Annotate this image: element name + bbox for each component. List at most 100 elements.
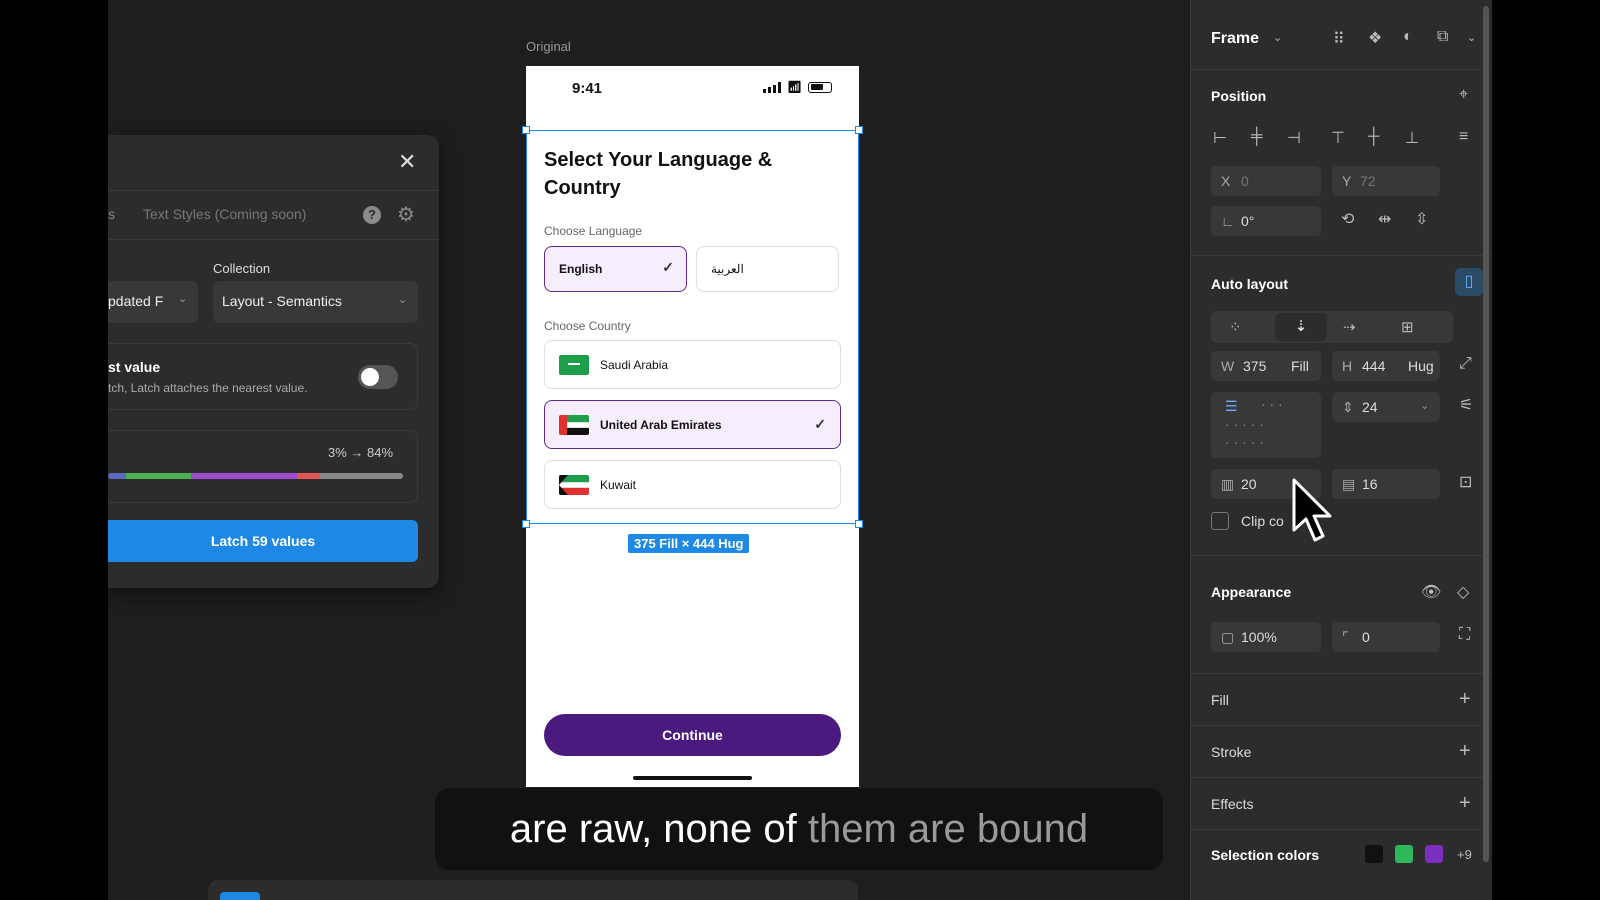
height-mode[interactable]: Hug <box>1408 358 1434 374</box>
align-center-h-icon[interactable]: ╪ <box>1251 128 1262 146</box>
latch-values-button[interactable]: Latch 59 values <box>108 520 418 562</box>
clip-content-checkbox[interactable] <box>1211 512 1229 530</box>
flip-horizontal-icon[interactable]: ⇹ <box>1378 209 1391 229</box>
phone-frame[interactable]: 9:41 📶︎ Select Your Language & Country C… <box>526 66 859 787</box>
layout-direction-segmented[interactable]: ⁘ ⇣ ⇢ ⊞ <box>1211 311 1453 343</box>
page-title: Select Your Language & Country <box>544 149 773 199</box>
eye-icon[interactable]: 👁︎ <box>1421 582 1441 602</box>
source-select[interactable]: pdated F ⌄ <box>108 281 198 323</box>
stroke-section: Stroke + <box>1191 726 1492 778</box>
inspector-scrollbar[interactable] <box>1483 6 1489 862</box>
selection-color-swatch[interactable] <box>1365 845 1383 863</box>
resize-handle-top-right[interactable] <box>855 126 863 134</box>
chevron-down-icon[interactable]: ⌄ <box>1467 31 1476 44</box>
y-label: Y <box>1342 173 1352 189</box>
alignment-grid[interactable]: ☰ · · · · · · · · · · · · · <box>1211 392 1321 458</box>
status-time: 9:41 <box>572 80 603 97</box>
blend-mode-icon[interactable]: ◇ <box>1457 582 1469 602</box>
check-icon: ✓ <box>662 259 674 275</box>
add-effect-icon[interactable]: + <box>1459 792 1471 815</box>
resize-handle-bottom-right[interactable] <box>855 520 863 528</box>
tab-partial[interactable]: s <box>108 206 115 222</box>
option-description: tch, Latch attaches the nearest value. <box>108 381 308 395</box>
gear-icon[interactable]: ⚙ <box>397 202 415 227</box>
chevron-down-icon[interactable]: ⌄ <box>1420 399 1429 412</box>
toggle-knob <box>361 368 379 386</box>
layout-freeform-icon[interactable]: ⁘ <box>1229 318 1242 336</box>
language-option-arabic[interactable]: العربية <box>696 246 839 292</box>
auto-layout-icon[interactable]: ▯ <box>1455 268 1483 296</box>
close-icon[interactable]: ✕ <box>398 149 416 175</box>
y-field[interactable]: Y 72 <box>1332 166 1440 196</box>
align-middle-icon[interactable]: ┼ <box>1368 128 1379 146</box>
collection-select[interactable]: Layout - Semantics ⌄ <box>213 281 418 323</box>
country-option-kuwait[interactable]: Kuwait <box>544 460 841 509</box>
country-option-saudi-arabia[interactable]: Saudi Arabia <box>544 340 841 389</box>
flip-vertical-icon[interactable]: ⇳ <box>1415 209 1428 229</box>
resize-icon[interactable]: ⤢ <box>1459 355 1472 373</box>
frame-type-title[interactable]: Frame <box>1211 30 1259 48</box>
gap-field[interactable]: ⇕ 24 ⌄ <box>1332 392 1440 422</box>
country-option-uae[interactable]: United Arab Emirates ✓ <box>544 400 841 449</box>
distribute-icon[interactable]: ≡ <box>1459 128 1468 146</box>
align-top-left-icon[interactable]: ☰ <box>1225 398 1238 415</box>
frame-header: Frame ⌄ ⠿ ❖ ◐ ⧉ ⌄ <box>1191 0 1492 70</box>
corner-radius-field[interactable]: ⌜ 0 <box>1332 622 1440 652</box>
help-icon[interactable]: ? <box>363 206 381 224</box>
add-stroke-icon[interactable]: + <box>1459 740 1471 763</box>
height-label: H <box>1342 358 1353 374</box>
selection-color-swatch[interactable] <box>1425 845 1443 863</box>
height-field[interactable]: H 444 Hug <box>1332 351 1440 381</box>
mask-icon[interactable]: ◐ <box>1403 28 1413 46</box>
gap-value: 24 <box>1362 399 1378 415</box>
caption-upcoming: them are bound <box>807 807 1089 851</box>
corner-expand-icon[interactable]: ⛶ <box>1459 626 1470 644</box>
padding-vertical-field[interactable]: ▤ 16 <box>1332 469 1440 499</box>
padding-expand-icon[interactable]: ⊡ <box>1459 472 1472 492</box>
collection-label: Collection <box>213 261 271 276</box>
saudi-flag-icon <box>559 355 589 375</box>
alignment-dots: · · · · · <box>1225 416 1264 432</box>
layout-horizontal-icon[interactable]: ⇢ <box>1343 318 1356 336</box>
opacity-field[interactable]: ▢ 100% <box>1211 622 1321 652</box>
corner-radius-icon: ⌜ <box>1342 629 1349 645</box>
selection-color-swatch[interactable] <box>1395 845 1413 863</box>
align-top-icon[interactable]: ⊤ <box>1331 128 1345 148</box>
layout-settings-icon[interactable]: ⚟ <box>1459 395 1473 415</box>
rotate-icon[interactable]: ⟲ <box>1341 209 1354 229</box>
resize-handle-bottom-left[interactable] <box>522 520 530 528</box>
align-bottom-icon[interactable]: ⊥ <box>1405 128 1419 148</box>
layout-wrap-icon[interactable]: ⊞ <box>1401 318 1414 336</box>
opacity-value: 100% <box>1241 629 1277 645</box>
width-mode[interactable]: Fill <box>1291 358 1309 374</box>
caption-spoken: are raw, none of <box>509 807 808 851</box>
fill-title: Fill <box>1211 692 1229 708</box>
resize-handle-top-left[interactable] <box>522 126 530 134</box>
selection-colors-more[interactable]: +9 <box>1457 847 1472 862</box>
chevron-down-icon[interactable]: ⌄ <box>1273 31 1282 44</box>
bottom-toolbar[interactable] <box>208 880 858 900</box>
design-canvas[interactable]: ✕ s Text Styles (Coming soon) ? ⚙ Collec… <box>108 0 1190 900</box>
grid-icon[interactable]: ⠿ <box>1333 29 1345 49</box>
add-fill-icon[interactable]: + <box>1459 688 1471 711</box>
continue-button[interactable]: Continue <box>544 714 841 756</box>
tab-text-styles[interactable]: Text Styles (Coming soon) <box>143 206 306 222</box>
nearest-value-toggle[interactable] <box>358 365 398 389</box>
kuwait-flag-icon <box>559 475 589 495</box>
check-icon: ✓ <box>814 416 826 432</box>
language-label: English <box>559 262 603 276</box>
frame-label[interactable]: Original <box>526 39 571 54</box>
target-icon[interactable]: ⌖ <box>1459 86 1468 104</box>
progress-segment <box>320 473 403 479</box>
component-icon[interactable]: ❖ <box>1368 28 1382 48</box>
dimension-badge: 375 Fill × 444 Hug <box>628 534 750 553</box>
language-option-english[interactable]: English ✓ <box>544 246 687 292</box>
move-tool-icon[interactable] <box>220 892 260 900</box>
align-right-icon[interactable]: ⊣ <box>1287 128 1301 148</box>
x-field[interactable]: X 0 <box>1211 166 1321 196</box>
layout-vertical-icon[interactable]: ⇣ <box>1275 313 1327 341</box>
align-left-icon[interactable]: ⊢ <box>1213 128 1227 148</box>
boolean-icon[interactable]: ⧉ <box>1437 28 1448 46</box>
width-field[interactable]: W 375 Fill <box>1211 351 1321 381</box>
rotation-field[interactable]: ∟ 0° <box>1211 206 1321 236</box>
